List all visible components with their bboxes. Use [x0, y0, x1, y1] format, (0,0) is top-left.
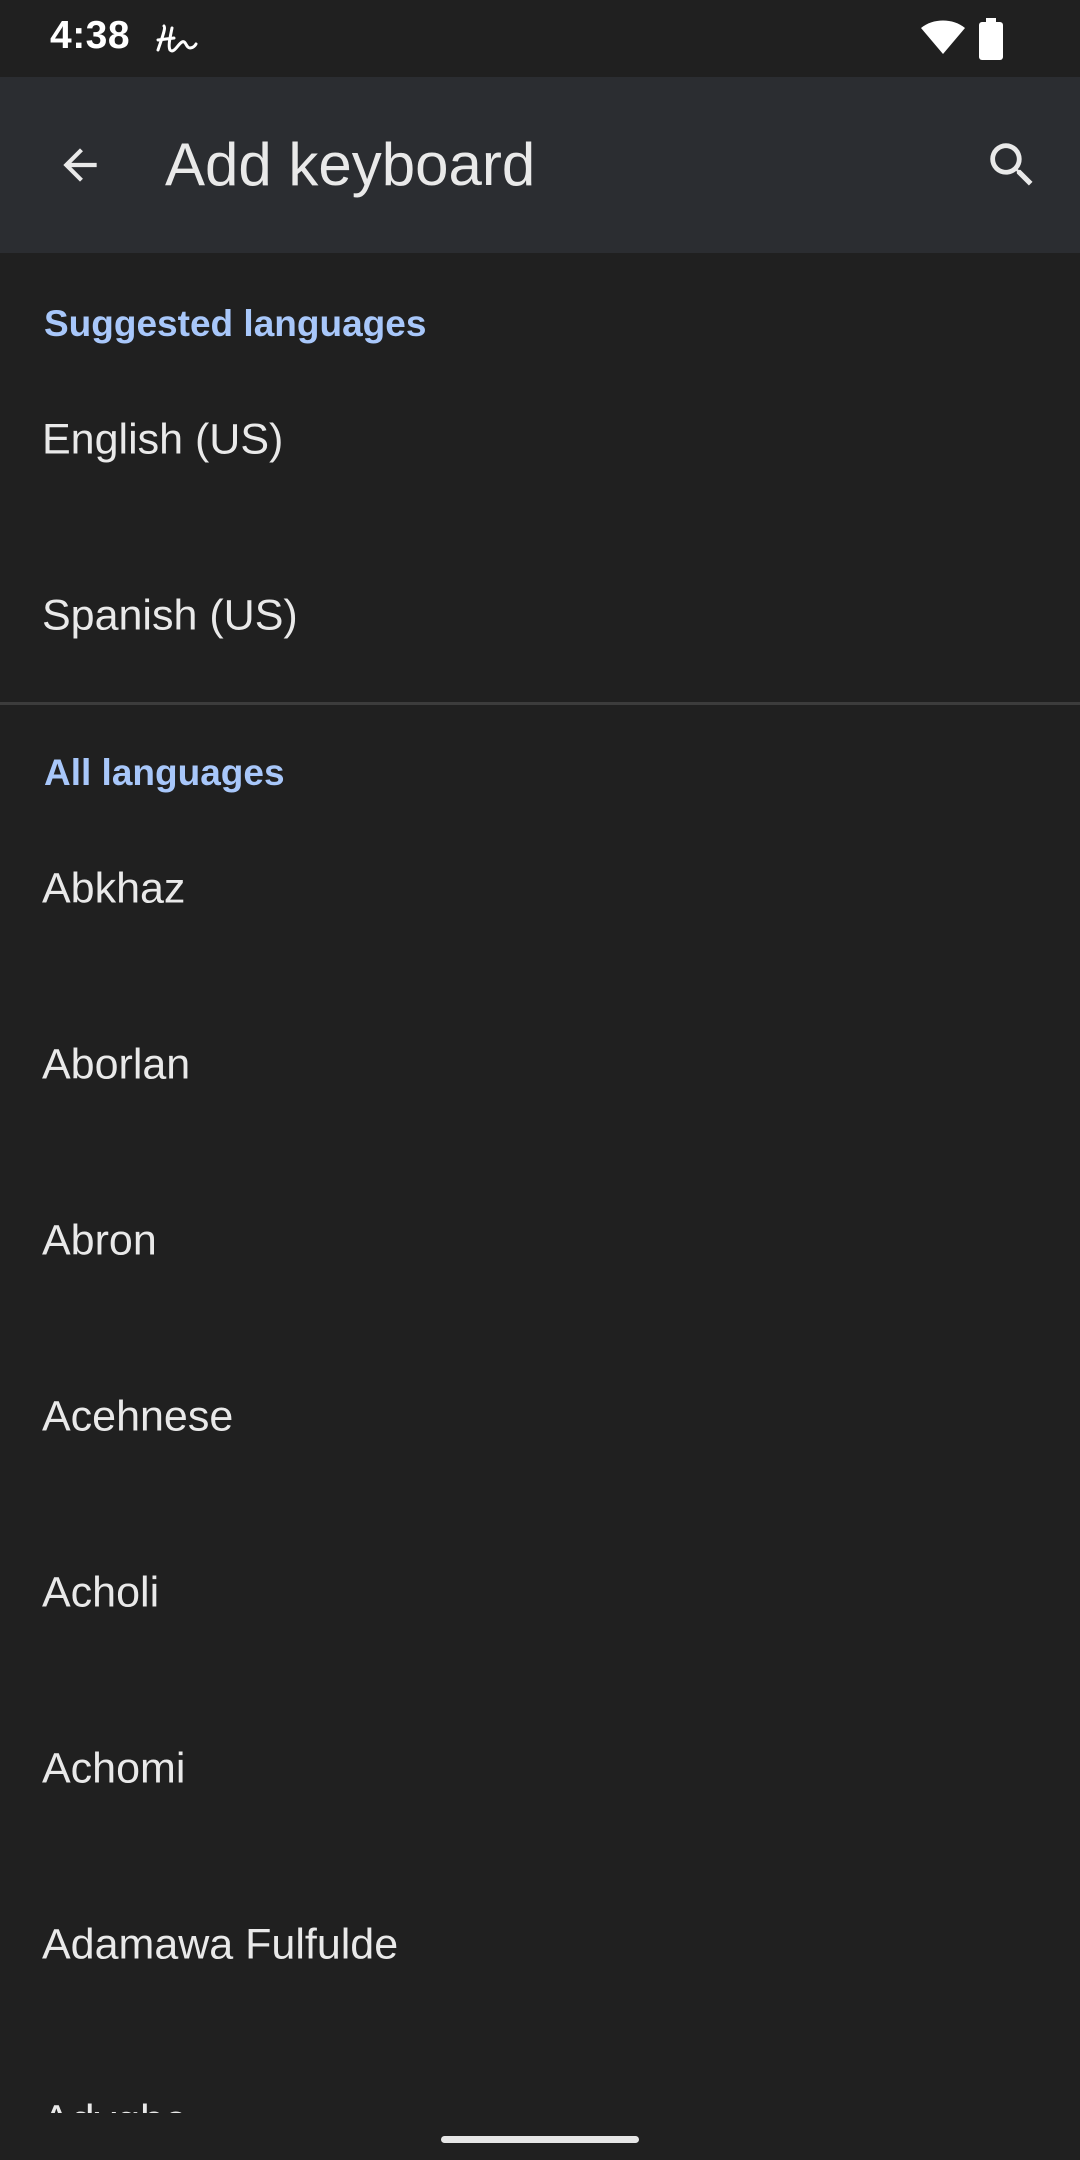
- section-header-suggested: Suggested languages: [44, 303, 427, 344]
- list-item[interactable]: Aborlan: [0, 977, 1080, 1153]
- arrow-back-icon: [63, 148, 97, 182]
- list-item-label: English (US): [42, 415, 284, 464]
- search-button[interactable]: [972, 125, 1052, 205]
- list-item-label: Adyghe: [42, 2097, 188, 2114]
- back-button[interactable]: [40, 125, 120, 205]
- list-item-label: Abron: [42, 1216, 157, 1265]
- list-item-label: Abkhaz: [42, 864, 186, 913]
- handwriting-icon: [156, 24, 198, 53]
- list-item-label: Aborlan: [42, 1040, 191, 1089]
- list-item[interactable]: Abron: [0, 1153, 1080, 1329]
- list-item-label: Acholi: [42, 1568, 160, 1617]
- list-item-label: Acehnese: [42, 1392, 234, 1441]
- status-bar: 4:38: [0, 0, 1080, 77]
- list-item-label: Spanish (US): [42, 591, 298, 640]
- list-item-english-us[interactable]: English (US): [0, 352, 1080, 528]
- app-bar: Add keyboard: [0, 77, 1080, 253]
- list-item-label: Adamawa Fulfulde: [42, 1920, 399, 1969]
- list-item[interactable]: Acholi: [0, 1505, 1080, 1681]
- status-time: 4:38: [50, 14, 131, 57]
- list-item[interactable]: Adyghe: [0, 2033, 1080, 2114]
- gesture-nav-handle[interactable]: [441, 2136, 639, 2143]
- list-item[interactable]: Acehnese: [0, 1329, 1080, 1505]
- battery-icon: [979, 18, 1003, 60]
- list-item[interactable]: Achomi: [0, 1681, 1080, 1857]
- screen: 4:38 Add keyboard Suggested languages En…: [0, 0, 1080, 2160]
- search-icon: [990, 143, 1033, 186]
- section-divider: [0, 702, 1080, 705]
- language-list[interactable]: Suggested languages English (US) Spanish…: [0, 253, 1080, 2113]
- list-item-spanish-us[interactable]: Spanish (US): [0, 528, 1080, 704]
- list-item[interactable]: Abkhaz: [0, 801, 1080, 977]
- wifi-icon: [921, 20, 965, 54]
- page-title: Add keyboard: [165, 131, 536, 198]
- list-item-label: Achomi: [42, 1744, 186, 1793]
- list-item[interactable]: Adamawa Fulfulde: [0, 1857, 1080, 2033]
- section-header-all: All languages: [44, 752, 285, 793]
